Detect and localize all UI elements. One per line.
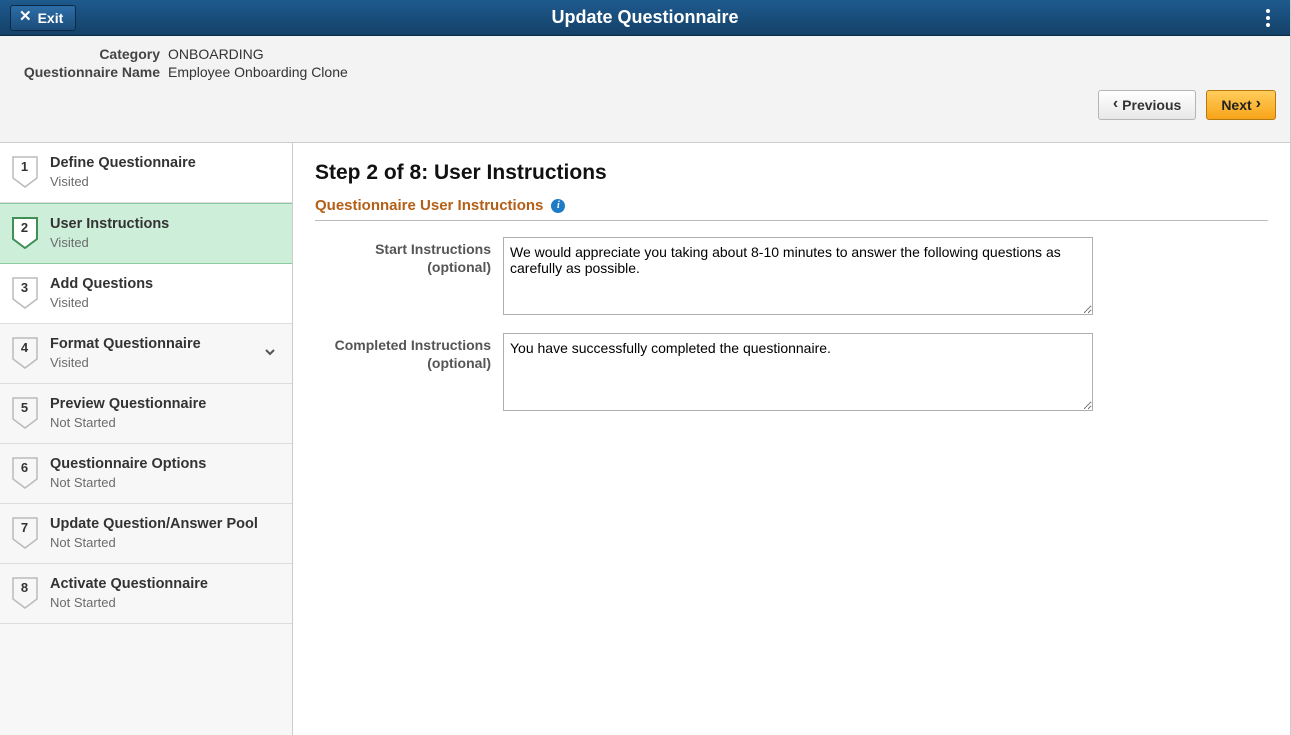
exit-label: Exit [38,10,64,26]
sidebar-step-8[interactable]: 8 Activate Questionnaire Not Started [0,564,292,624]
step-status: Visited [50,355,201,371]
step-badge: 6 [12,457,38,489]
category-value: ONBOARDING [168,46,264,62]
start-instructions-input[interactable] [503,237,1093,315]
completed-instructions-field: Completed Instructions (optional) [315,333,1268,411]
next-button[interactable]: Next › [1206,90,1276,120]
step-badge: 2 [12,217,38,249]
section-title-text: Questionnaire User Instructions [315,197,543,214]
step-title: Questionnaire Options [50,456,206,473]
start-instructions-label: Start Instructions (optional) [315,237,503,315]
start-instructions-field: Start Instructions (optional) [315,237,1268,315]
wizard-body: 1 Define Questionnaire Visited 2 User In… [0,142,1290,735]
step-status: Visited [50,174,196,190]
wizard-content: Step 2 of 8: User Instructions Questionn… [293,143,1290,735]
wizard-nav-buttons: ‹ Previous Next › [1098,90,1276,120]
sidebar-step-3[interactable]: 3 Add Questions Visited [0,264,292,324]
step-status: Not Started [50,475,206,491]
step-status: Visited [50,295,153,311]
step-title: User Instructions [50,216,169,233]
sidebar-step-5[interactable]: 5 Preview Questionnaire Not Started [0,384,292,444]
previous-label: Previous [1122,97,1181,113]
sidebar-step-7[interactable]: 7 Update Question/Answer Pool Not Starte… [0,504,292,564]
completed-instructions-input[interactable] [503,333,1093,411]
chevron-down-icon [264,345,276,361]
step-status: Not Started [50,535,258,551]
exit-button[interactable]: ✕ Exit [10,5,76,31]
wizard-steps-sidebar: 1 Define Questionnaire Visited 2 User In… [0,143,293,735]
next-label: Next [1221,97,1251,113]
step-title: Add Questions [50,276,153,293]
category-label: Category [14,46,160,62]
sidebar-step-4[interactable]: 4 Format Questionnaire Visited [0,324,292,384]
step-heading: Step 2 of 8: User Instructions [315,161,1268,185]
step-badge: 5 [12,397,38,429]
step-status: Not Started [50,415,206,431]
title-bar: ✕ Exit Update Questionnaire [0,0,1290,36]
app-window: ✕ Exit Update Questionnaire Category ONB… [0,0,1291,735]
step-badge: 8 [12,577,38,609]
completed-instructions-label: Completed Instructions (optional) [315,333,503,411]
kebab-menu-icon[interactable] [1260,0,1276,36]
close-icon: ✕ [19,9,32,24]
step-status: Not Started [50,595,208,611]
step-badge: 3 [12,277,38,309]
previous-button[interactable]: ‹ Previous [1098,90,1196,120]
chevron-right-icon: › [1256,96,1261,112]
step-badge: 1 [12,156,38,188]
questionnaire-name-label: Questionnaire Name [14,64,160,80]
section-heading: Questionnaire User Instructions i [315,197,1268,221]
step-title: Format Questionnaire [50,336,201,353]
info-icon[interactable]: i [551,199,565,213]
context-panel: Category ONBOARDING Questionnaire Name E… [0,36,1290,142]
sidebar-step-6[interactable]: 6 Questionnaire Options Not Started [0,444,292,504]
step-status: Visited [50,235,169,251]
questionnaire-name-value: Employee Onboarding Clone [168,64,348,80]
chevron-left-icon: ‹ [1113,96,1118,112]
step-title: Update Question/Answer Pool [50,516,258,533]
step-title: Activate Questionnaire [50,576,208,593]
step-badge: 7 [12,517,38,549]
page-title: Update Questionnaire [551,7,738,28]
sidebar-step-2[interactable]: 2 User Instructions Visited [0,203,292,264]
step-title: Preview Questionnaire [50,396,206,413]
step-badge: 4 [12,337,38,369]
sidebar-step-1[interactable]: 1 Define Questionnaire Visited [0,143,292,203]
step-title: Define Questionnaire [50,155,196,172]
